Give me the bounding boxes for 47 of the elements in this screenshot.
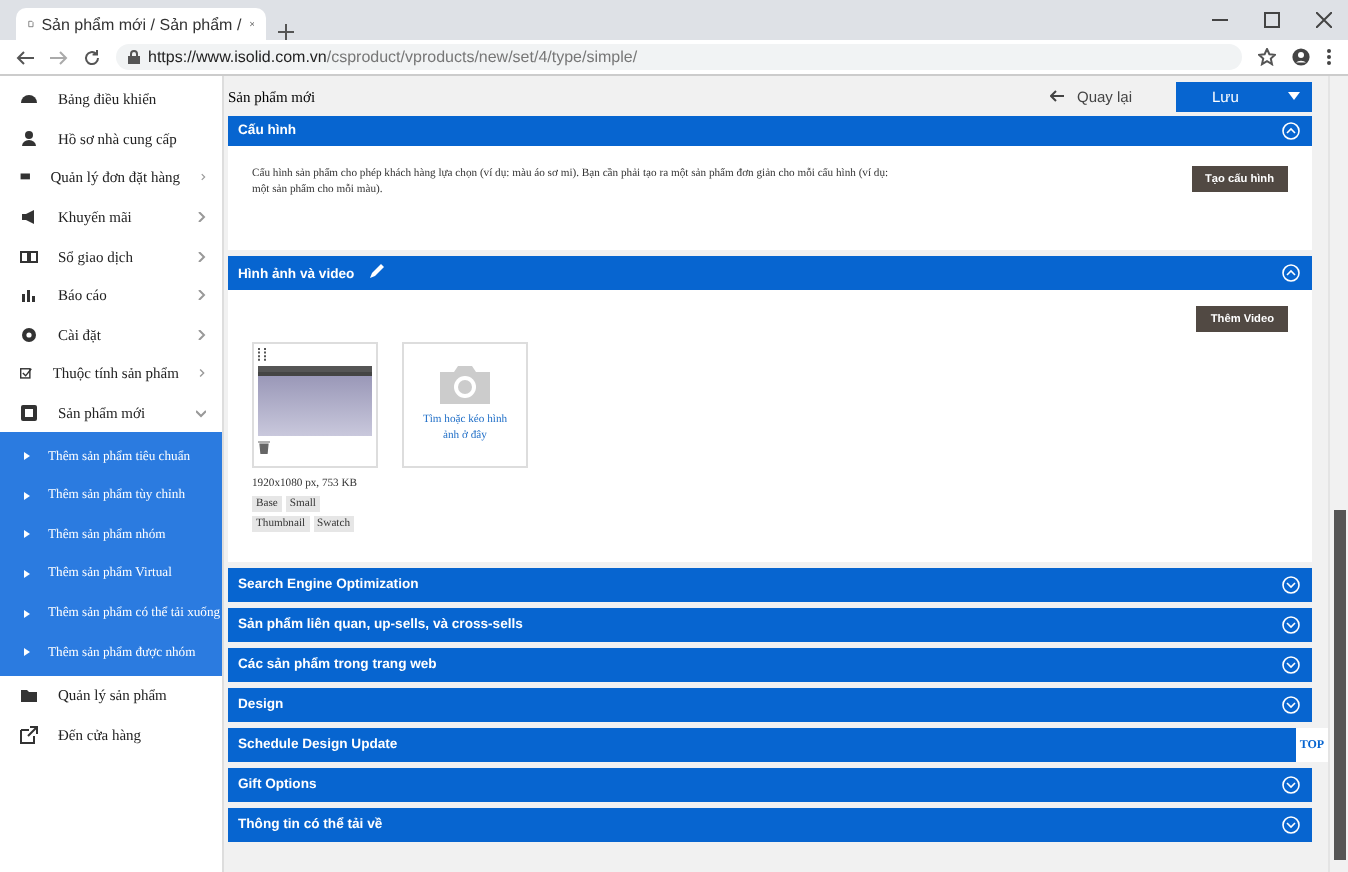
book-icon — [20, 247, 38, 266]
account-icon[interactable] — [1292, 48, 1310, 66]
bullet-icon — [24, 648, 30, 657]
trash-icon[interactable] — [258, 440, 270, 454]
pencil-icon[interactable] — [370, 264, 385, 278]
lock-icon — [128, 50, 140, 64]
reload-icon[interactable] — [84, 49, 100, 65]
chevron-down-icon[interactable] — [1282, 656, 1300, 674]
bullet-icon — [24, 609, 30, 618]
back-arrow-icon[interactable] — [16, 49, 34, 65]
bar-chart-icon — [20, 286, 38, 305]
image-card[interactable] — [252, 342, 378, 468]
menu-icon[interactable] — [1326, 48, 1332, 66]
folder-icon — [20, 686, 38, 705]
chevron-down-icon[interactable] — [1282, 696, 1300, 714]
address-bar[interactable]: https://www.isolid.com.vn/csproduct/vproducts/new/set/4/type/simple/ — [116, 44, 1242, 70]
bullet-icon — [24, 452, 30, 461]
close-icon[interactable] — [1316, 12, 1332, 28]
star-icon[interactable] — [1258, 48, 1276, 66]
bullet-icon — [24, 530, 30, 539]
browser-tab[interactable]: Sản phẩm mới / Sản phẩm / — [16, 8, 266, 40]
dashboard-icon — [20, 90, 38, 109]
caret-down-icon — [1288, 92, 1300, 100]
person-icon — [20, 129, 38, 148]
chevron-down-icon[interactable] — [1282, 616, 1300, 634]
bullet-icon — [24, 491, 30, 500]
external-link-icon — [20, 725, 38, 744]
left-arrow-icon — [1050, 90, 1065, 102]
new-tab-icon[interactable] — [278, 24, 294, 40]
chevron-down-icon[interactable] — [1282, 816, 1300, 834]
scrollbar[interactable] — [1328, 76, 1348, 872]
url-text: https://www.isolid.com.vn/csproduct/vproducts/new/set/4/type/simple/ — [148, 48, 638, 66]
camera-icon — [440, 364, 490, 405]
megaphone-icon — [20, 208, 38, 227]
chevron-down-icon[interactable] — [1282, 776, 1300, 794]
page-icon — [28, 16, 34, 32]
drag-handle-icon[interactable] — [258, 348, 266, 362]
checkbox-icon — [20, 364, 33, 383]
chevron-up-icon[interactable] — [1282, 264, 1300, 282]
bullet-icon — [24, 569, 30, 578]
chevron-up-icon[interactable] — [1282, 122, 1300, 140]
maximize-icon[interactable] — [1264, 12, 1280, 28]
square-icon — [20, 404, 38, 423]
gear-icon — [20, 325, 38, 344]
tab-title: Sản phẩm mới / Sản phẩm / — [41, 15, 242, 33]
chevron-down-icon[interactable] — [1282, 576, 1300, 594]
screenshot-placeholder — [258, 366, 372, 436]
